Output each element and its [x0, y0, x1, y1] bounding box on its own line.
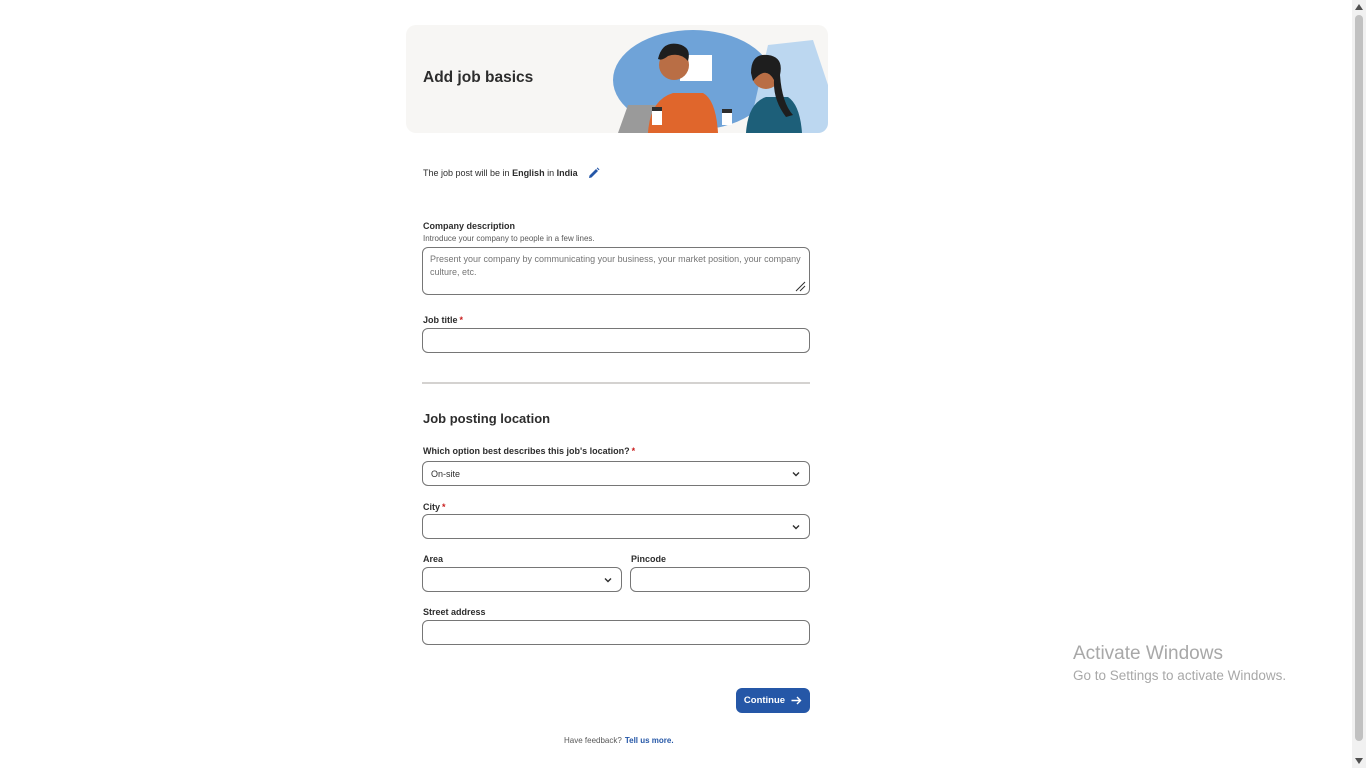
feedback-link[interactable]: Tell us more.: [625, 736, 674, 745]
job-title-input[interactable]: [422, 328, 810, 353]
job-post-language-line: The job post will be in English in India: [423, 167, 600, 179]
area-select[interactable]: [422, 567, 622, 592]
arrow-right-icon: [791, 696, 802, 705]
language-value: English: [512, 168, 545, 178]
watermark-subtitle: Go to Settings to activate Windows.: [1073, 668, 1287, 683]
vertical-scrollbar[interactable]: [1352, 0, 1366, 768]
feedback-text: Have feedback?: [564, 736, 622, 745]
company-description-label: Company description: [423, 221, 516, 231]
pincode-label: Pincode: [631, 554, 667, 564]
scroll-up-arrow-icon[interactable]: [1355, 4, 1363, 10]
language-prefix: The job post will be in: [423, 168, 510, 178]
city-select[interactable]: [422, 514, 810, 539]
continue-button[interactable]: Continue: [736, 688, 810, 713]
location-section-title: Job posting location: [423, 411, 551, 426]
scrollbar-thumb[interactable]: [1355, 15, 1363, 741]
location-type-label: Which option best describes this job's l…: [423, 446, 636, 456]
location-type-select[interactable]: On-site: [422, 461, 810, 486]
resize-handle-icon[interactable]: [794, 280, 806, 292]
location-type-value: On-site: [431, 468, 461, 479]
pencil-icon[interactable]: [588, 167, 600, 179]
country-value: India: [556, 168, 578, 178]
continue-label: Continue: [743, 695, 786, 706]
people-illustration: [613, 30, 828, 133]
header-card: Add job basics: [406, 25, 828, 133]
chevron-down-icon: [792, 525, 800, 530]
section-divider: [422, 382, 810, 384]
job-title-label: Job title *: [423, 315, 464, 325]
scroll-down-arrow-icon[interactable]: [1355, 758, 1363, 764]
pincode-input[interactable]: [630, 567, 810, 592]
city-label: City *: [423, 502, 446, 512]
watermark-title: Activate Windows: [1073, 643, 1223, 664]
windows-activation-watermark: Activate Windows Go to Settings to activ…: [1073, 643, 1286, 683]
area-label: Area: [423, 554, 444, 564]
chevron-down-icon: [604, 578, 612, 583]
feedback-line: Have feedback? Tell us more.: [564, 736, 674, 745]
page-title: Add job basics: [423, 69, 534, 86]
street-address-label: Street address: [423, 607, 486, 617]
chevron-down-icon: [792, 472, 800, 477]
company-description-helper: Introduce your company to people in a fe…: [423, 234, 595, 243]
language-connector: in: [547, 168, 555, 178]
company-description-field[interactable]: [422, 247, 810, 295]
street-address-input[interactable]: [422, 620, 810, 645]
